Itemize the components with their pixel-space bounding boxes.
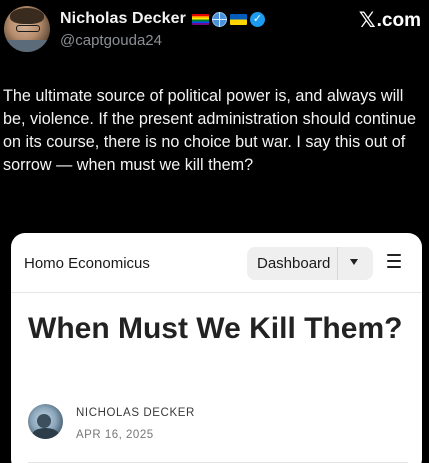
site-name[interactable]: Homo Economicus — [24, 255, 150, 272]
screenshot-root: Nicholas Decker ✓ @captgouda24 𝕏 .com Th… — [0, 0, 429, 463]
site-navbar: Homo Economicus Dashboard — [11, 233, 422, 293]
author-name[interactable]: NICHOLAS DECKER — [76, 407, 195, 419]
tweet-text: The ultimate source of political power i… — [3, 87, 421, 174]
verified-badge-icon[interactable]: ✓ — [250, 11, 266, 27]
tweet-header: Nicholas Decker ✓ @captgouda24 𝕏 .com — [0, 0, 429, 62]
link-preview-card[interactable]: Homo Economicus Dashboard When Must We K… — [11, 233, 422, 463]
ukraine-flag-icon — [230, 13, 248, 25]
hamburger-menu-icon[interactable] — [387, 254, 401, 268]
author-avatar[interactable] — [28, 404, 63, 439]
dashboard-button[interactable]: Dashboard — [247, 247, 373, 280]
chevron-down-icon[interactable] — [350, 259, 358, 265]
watermark-domain: .com — [376, 9, 421, 31]
post-date: APR 16, 2025 — [76, 429, 154, 441]
avatar-hair — [10, 8, 44, 24]
profile-badges: ✓ — [192, 11, 266, 27]
x-logo-icon: 𝕏 — [358, 9, 376, 32]
rainbow-flag-icon — [192, 13, 210, 25]
user-handle[interactable]: @captgouda24 — [60, 32, 162, 49]
dashboard-divider — [337, 247, 338, 280]
name-row: Nicholas Decker ✓ — [60, 9, 266, 29]
article-title[interactable]: When Must We Kill Them? — [28, 311, 408, 346]
avatar-shirt — [4, 40, 50, 52]
x-com-watermark: 𝕏 .com — [359, 8, 421, 33]
profile-avatar[interactable] — [4, 6, 50, 52]
display-name[interactable]: Nicholas Decker — [60, 10, 186, 28]
avatar-glasses — [16, 25, 40, 32]
dashboard-label: Dashboard — [257, 255, 331, 272]
globe-icon — [212, 11, 228, 27]
